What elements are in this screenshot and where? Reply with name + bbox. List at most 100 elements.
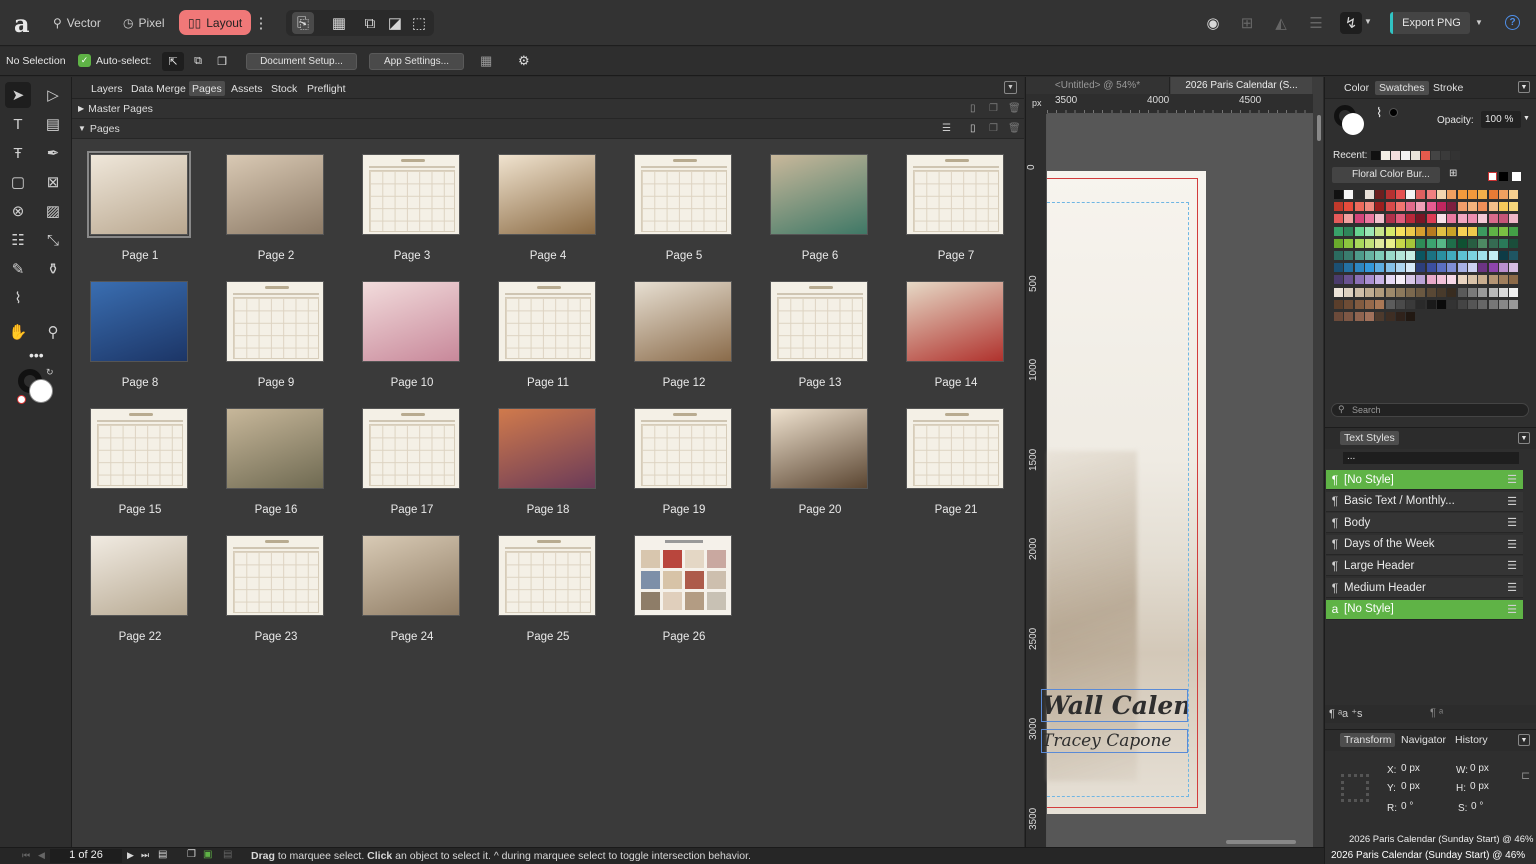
palette-swatch[interactable] (1467, 275, 1477, 285)
palette-swatch[interactable] (1344, 299, 1354, 309)
palette-swatch[interactable] (1395, 299, 1405, 309)
color-picker-tool-icon[interactable]: ✎ (5, 256, 31, 282)
palette-swatch[interactable] (1437, 251, 1446, 260)
title-text-frame[interactable]: Wall Calendar (1041, 689, 1188, 722)
palette-swatch[interactable] (1437, 238, 1446, 248)
page-options-icon[interactable]: ☰ (942, 123, 951, 134)
text-style-row[interactable]: a [No Style] ☰ (1326, 599, 1523, 620)
palette-swatch[interactable] (1395, 238, 1405, 248)
palette-swatch[interactable] (1498, 251, 1508, 260)
palette-swatch[interactable] (1354, 238, 1364, 248)
preflight-ok-icon[interactable]: ▣ (203, 849, 212, 860)
panel-menu-chevron-icon[interactable]: ▼ (1004, 81, 1017, 94)
palette-swatch[interactable] (1447, 214, 1457, 224)
table-tool-icon[interactable]: ▤ (40, 111, 66, 137)
palette-swatch[interactable] (1334, 190, 1343, 199)
palette-swatch[interactable] (1426, 263, 1436, 273)
fill-color-well[interactable] (29, 379, 53, 403)
palette-swatch[interactable] (1364, 202, 1374, 212)
palette-swatch[interactable] (1509, 275, 1519, 285)
palette-swatch[interactable] (1478, 226, 1488, 236)
palette-swatch[interactable] (1334, 202, 1343, 212)
page-thumbnail[interactable]: Page 5 (634, 154, 734, 266)
palette-swatch[interactable] (1509, 299, 1519, 309)
palette-swatch[interactable] (1447, 263, 1457, 273)
palette-swatch[interactable] (1478, 238, 1488, 248)
palette-swatch[interactable] (1498, 238, 1508, 248)
palette-swatch[interactable] (1488, 238, 1498, 248)
palette-swatch[interactable] (1385, 226, 1395, 236)
palette-swatch[interactable] (1375, 312, 1385, 321)
zoom-tool-icon[interactable]: ⚲ (40, 319, 66, 345)
palette-swatch[interactable] (1334, 299, 1343, 309)
palette-swatch[interactable] (1354, 275, 1364, 285)
opacity-field[interactable]: 100 % (1481, 111, 1521, 128)
snapping-icon[interactable]: ⊞ (1236, 12, 1258, 34)
page-thumbnail[interactable]: Page 23 (226, 535, 326, 647)
palette-swatch[interactable] (1334, 238, 1343, 248)
page-thumbnail[interactable]: Page 21 (906, 408, 1006, 520)
page-thumbnail[interactable]: Page 11 (498, 281, 598, 393)
palette-swatch[interactable] (1395, 214, 1405, 224)
palette-swatch[interactable] (1457, 275, 1467, 285)
s-field[interactable]: 0 ° (1471, 801, 1511, 815)
style-list-icon[interactable]: ☰ (1507, 473, 1517, 486)
palette-swatch[interactable] (1478, 190, 1488, 199)
palette-swatch[interactable] (1354, 299, 1364, 309)
palette-swatch[interactable] (1344, 190, 1354, 199)
palette-swatch[interactable] (1395, 190, 1405, 199)
palette-swatch[interactable] (1426, 275, 1436, 285)
palette-swatch[interactable] (1354, 226, 1364, 236)
export-png-button[interactable]: Export PNG (1390, 12, 1470, 34)
page-canvas[interactable]: Wall Calendar Tracey Capone (1041, 171, 1206, 814)
palette-swatch[interactable] (1437, 214, 1446, 224)
palette-swatch[interactable] (1375, 251, 1385, 260)
palette-swatch[interactable] (1457, 251, 1467, 260)
palette-swatch[interactable] (1385, 299, 1395, 309)
palette-swatch[interactable] (1375, 263, 1385, 273)
page-thumbnail[interactable]: Page 20 (770, 408, 870, 520)
palette-swatch[interactable] (1385, 275, 1395, 285)
y-field[interactable]: 0 px (1401, 781, 1445, 795)
vertical-scrollbar[interactable] (1317, 115, 1321, 141)
tab-data-merge[interactable]: Data Merge (128, 81, 189, 96)
palette-swatch[interactable] (1385, 263, 1395, 273)
palette-swatch[interactable] (1406, 299, 1416, 309)
palette-swatch[interactable] (1395, 226, 1405, 236)
page-thumbnail[interactable]: Page 22 (90, 535, 190, 647)
tab-stock[interactable]: Stock (268, 81, 300, 96)
persona-vector-button[interactable]: ⚲ Vector (44, 10, 110, 35)
page-thumbnail[interactable]: Page 15 (90, 408, 190, 520)
palette-swatch[interactable] (1395, 202, 1405, 212)
palette-swatch[interactable] (1344, 287, 1354, 297)
fill-tool-icon[interactable]: ⚱ (40, 256, 66, 282)
tab-stroke[interactable]: Stroke (1429, 81, 1467, 95)
palette-swatch[interactable] (1395, 263, 1405, 273)
palette-swatch[interactable] (1416, 275, 1426, 285)
tab-swatches[interactable]: Swatches (1375, 81, 1429, 95)
select-object-icon[interactable]: ⇱ (162, 52, 184, 71)
palette-swatch[interactable] (1395, 312, 1405, 321)
palette-swatch[interactable] (1457, 287, 1467, 297)
palette-swatch[interactable] (1437, 275, 1446, 285)
pen-tool-icon[interactable]: ✒ (40, 140, 66, 166)
palette-swatch[interactable] (1364, 287, 1374, 297)
palette-swatch[interactable] (1467, 190, 1477, 199)
palette-swatch[interactable] (1375, 226, 1385, 236)
next-page-icon[interactable]: ▶ (127, 850, 134, 861)
tab-text-styles[interactable]: Text Styles (1340, 431, 1399, 445)
fill-swatch[interactable] (1342, 113, 1364, 135)
persona-pixel-button[interactable]: ◷ Pixel (114, 10, 174, 35)
palette-swatch[interactable] (1416, 226, 1426, 236)
auto-select-checkbox[interactable]: ✓ (78, 54, 91, 67)
tab-layers[interactable]: Layers (88, 81, 126, 96)
page-thumbnail[interactable]: Page 6 (770, 154, 870, 266)
palette-swatch[interactable] (1344, 263, 1354, 273)
more-menu-icon[interactable]: ⋮ (250, 12, 272, 34)
tab-assets[interactable]: Assets (228, 81, 266, 96)
palette-swatch[interactable] (1488, 226, 1498, 236)
palette-swatch[interactable] (1488, 263, 1498, 273)
white-swatch[interactable] (1512, 172, 1521, 181)
recent-swatch[interactable] (1401, 151, 1410, 160)
palette-swatch[interactable] (1509, 190, 1519, 199)
